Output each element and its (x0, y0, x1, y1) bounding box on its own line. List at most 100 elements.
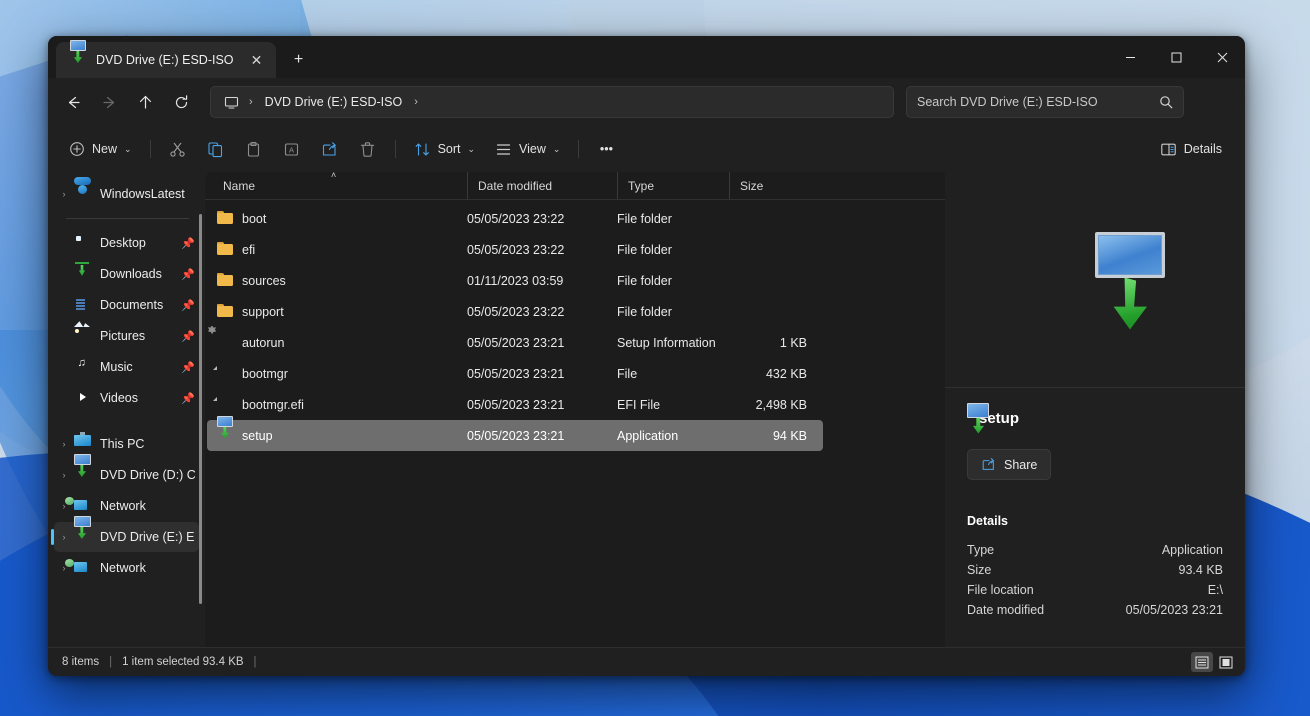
file-name: boot (242, 212, 266, 226)
paste-button[interactable] (236, 133, 272, 165)
detail-value: E:\ (1208, 583, 1223, 597)
status-separator-1: | (109, 656, 112, 668)
search-input[interactable] (917, 95, 1159, 109)
file-type: File folder (617, 212, 729, 226)
sidebar-item-label: Music (100, 360, 181, 374)
back-button[interactable] (56, 85, 90, 119)
dvd-setup-icon (74, 466, 92, 484)
sidebar-scrollbar[interactable] (199, 214, 202, 604)
table-row[interactable]: support 05/05/2023 23:22 File folder (207, 296, 823, 327)
sidebar-item-downloads[interactable]: Downloads 📌 (54, 259, 199, 289)
pin-icon[interactable]: 📌 (181, 330, 195, 343)
tab-dvd-drive-e[interactable]: DVD Drive (E:) ESD-ISO ✕ (56, 42, 276, 78)
close-tab-icon[interactable]: ✕ (244, 47, 270, 73)
refresh-button[interactable] (164, 85, 198, 119)
chevron-right-icon[interactable]: › (54, 470, 74, 480)
chevron-right-icon[interactable]: › (54, 532, 74, 542)
sidebar-item-pictures[interactable]: Pictures 📌 (54, 321, 199, 351)
details-pane-button[interactable]: Details (1151, 133, 1231, 165)
cut-button[interactable] (160, 133, 196, 165)
share-button-label: Share (1004, 458, 1037, 472)
music-icon (74, 358, 92, 376)
sidebar-item-videos[interactable]: Videos 📌 (54, 383, 199, 413)
column-header-date-modified[interactable]: Date modified (467, 172, 617, 199)
maximize-button[interactable] (1153, 36, 1199, 78)
details-view-toggle[interactable] (1191, 652, 1213, 672)
column-header-name[interactable]: Name (219, 172, 467, 199)
more-options-button[interactable]: ••• (588, 133, 624, 165)
breadcrumb-separator-1: › (246, 96, 256, 108)
table-row[interactable]: boot 05/05/2023 23:22 File folder (207, 203, 823, 234)
table-row[interactable]: sources 01/11/2023 03:59 File folder (207, 265, 823, 296)
new-button-label: New (92, 142, 117, 156)
file-name-cell: boot (217, 211, 467, 227)
sort-button[interactable]: Sort ⌄ (405, 133, 484, 165)
address-bar[interactable]: › DVD Drive (E:) ESD-ISO › (210, 86, 894, 118)
sidebar-divider (66, 218, 189, 219)
this-pc-icon[interactable] (219, 95, 244, 110)
share-icon (981, 457, 996, 472)
sidebar-item-dvd-drive-e[interactable]: › DVD Drive (E:) Eŝ (54, 522, 199, 552)
detail-value: 05/05/2023 23:21 (1126, 603, 1223, 617)
sidebar-item-network-2[interactable]: › Network (54, 553, 199, 583)
sidebar-item-label: Downloads (100, 267, 181, 281)
pin-icon[interactable]: 📌 (181, 268, 195, 281)
file-name-cell: support (217, 304, 467, 320)
file-date: 05/05/2023 23:22 (467, 305, 617, 319)
pin-icon[interactable]: 📌 (181, 299, 195, 312)
new-tab-button[interactable]: + (284, 45, 314, 75)
onedrive-cloud-icon (74, 185, 92, 203)
chevron-right-icon[interactable]: › (54, 439, 74, 449)
navigation-pane: › WindowsLatest Desktop 📌 Downloads 📌 (48, 172, 205, 647)
status-separator-2: | (254, 656, 257, 668)
sidebar-item-windowslatest[interactable]: › WindowsLatest (54, 179, 199, 209)
table-row[interactable]: autorun 05/05/2023 23:21 Setup Informati… (207, 327, 823, 358)
column-header-size[interactable]: Size (729, 172, 811, 199)
search-icon[interactable] (1159, 95, 1173, 109)
share-button[interactable]: Share (967, 449, 1051, 480)
rename-button[interactable]: A (274, 133, 310, 165)
details-header: setup (967, 410, 1223, 427)
table-row[interactable]: bootmgr 05/05/2023 23:21 File 432 KB (207, 358, 823, 389)
share-button[interactable] (312, 133, 348, 165)
folder-icon (217, 242, 233, 258)
sidebar-item-desktop[interactable]: Desktop 📌 (54, 228, 199, 258)
sidebar-item-dvd-drive-d[interactable]: › DVD Drive (D:) C (54, 460, 199, 490)
copy-button[interactable] (198, 133, 234, 165)
close-window-button[interactable] (1199, 36, 1245, 78)
detail-key: Size (967, 563, 991, 577)
file-name-cell: setup (217, 428, 467, 444)
folder-icon (217, 304, 233, 320)
details-section-heading: Details (967, 514, 1223, 528)
new-button[interactable]: New ⌄ (60, 133, 141, 165)
breadcrumb-separator-2[interactable]: › (411, 96, 421, 108)
chevron-down-icon: ⌄ (553, 144, 561, 155)
file-size: 2,498 KB (729, 398, 811, 412)
generic-file-icon (217, 397, 233, 413)
search-box[interactable] (906, 86, 1184, 118)
breadcrumb-current[interactable]: DVD Drive (E:) ESD-ISO (258, 92, 410, 112)
table-row[interactable]: setup 05/05/2023 23:21 Application 94 KB (207, 420, 823, 451)
delete-button[interactable] (350, 133, 386, 165)
chevron-right-icon[interactable]: › (54, 189, 74, 199)
table-row[interactable]: bootmgr.efi 05/05/2023 23:21 EFI File 2,… (207, 389, 823, 420)
pin-icon[interactable]: 📌 (181, 392, 195, 405)
chevron-down-icon: ⌄ (468, 144, 476, 155)
sidebar-item-documents[interactable]: Documents 📌 (54, 290, 199, 320)
large-icons-view-toggle[interactable] (1215, 652, 1237, 672)
tab-strip: DVD Drive (E:) ESD-ISO ✕ + (48, 36, 314, 78)
detail-row-type: Type Application (967, 540, 1223, 560)
file-size: 1 KB (729, 336, 811, 350)
sidebar-item-music[interactable]: Music 📌 (54, 352, 199, 382)
up-button[interactable] (128, 85, 162, 119)
pin-icon[interactable]: 📌 (181, 361, 195, 374)
sidebar-item-label: Network (100, 561, 195, 575)
network-icon (74, 497, 92, 515)
minimize-button[interactable] (1107, 36, 1153, 78)
videos-icon (74, 389, 92, 407)
view-button[interactable]: View ⌄ (486, 133, 569, 165)
forward-button[interactable] (92, 85, 126, 119)
pin-icon[interactable]: 📌 (181, 237, 195, 250)
table-row[interactable]: efi 05/05/2023 23:22 File folder (207, 234, 823, 265)
column-header-type[interactable]: Type (617, 172, 729, 199)
